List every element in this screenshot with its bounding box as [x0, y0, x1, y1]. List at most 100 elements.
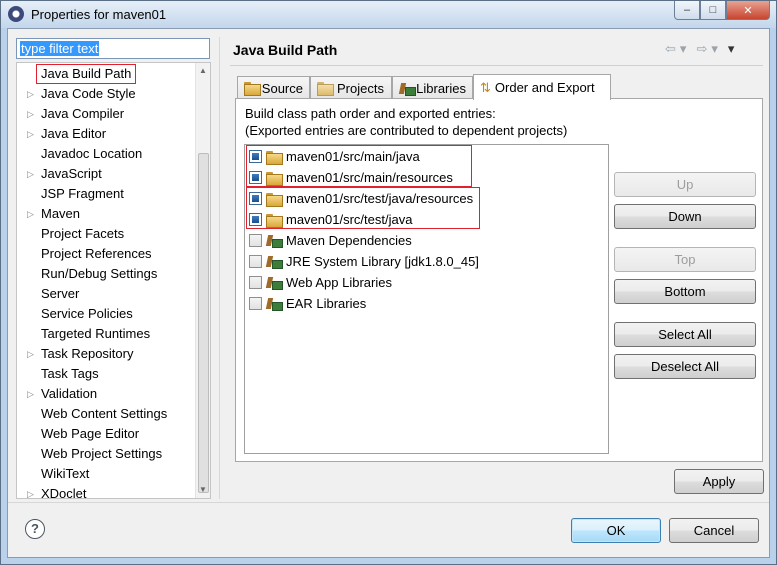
forward-menu-icon[interactable]: ▾ — [711, 41, 718, 57]
scroll-up-icon[interactable]: ▲ — [196, 63, 210, 79]
entry-label: Maven Dependencies — [286, 233, 412, 248]
entry-label: JRE System Library [jdk1.8.0_45] — [286, 254, 479, 269]
tree-item[interactable]: ▷ Java Compiler — [17, 104, 195, 124]
export-checkbox[interactable] — [249, 213, 262, 226]
classpath-entry[interactable]: Maven Dependencies — [249, 230, 412, 251]
expand-arrow-icon[interactable]: ▷ — [27, 164, 34, 184]
export-checkbox[interactable] — [249, 234, 262, 247]
projects-icon — [317, 82, 334, 96]
down-button[interactable]: Down — [614, 204, 756, 229]
library-icon — [266, 234, 283, 248]
tree-item[interactable]: Java Build Path — [17, 64, 195, 84]
help-icon[interactable]: ? — [25, 519, 45, 539]
expand-arrow-icon[interactable]: ▷ — [27, 384, 34, 404]
tree-item[interactable]: ▷ XDoclet — [17, 484, 195, 498]
back-arrow-icon[interactable]: ⇦ — [665, 41, 676, 57]
tree-item-label: Task Repository — [41, 346, 134, 361]
tree-item[interactable]: Run/Debug Settings — [17, 264, 195, 284]
cancel-button[interactable]: Cancel — [669, 518, 759, 543]
close-button[interactable]: ✕ — [726, 1, 770, 20]
scroll-thumb[interactable] — [198, 153, 209, 493]
tree-item-label: Java Build Path — [35, 64, 137, 84]
filter-input[interactable]: type filter text — [16, 38, 210, 59]
scroll-down-icon[interactable]: ▼ — [196, 482, 210, 498]
classpath-entries-list: maven01/src/main/java maven01/src/main/re… — [244, 144, 609, 454]
window-title: Properties for maven01 — [31, 7, 167, 22]
tree-item[interactable]: JSP Fragment — [17, 184, 195, 204]
expand-arrow-icon[interactable]: ▷ — [27, 344, 34, 364]
classpath-entry[interactable]: Web App Libraries — [249, 272, 392, 293]
page-title: Java Build Path — [233, 42, 338, 58]
tree-item[interactable]: Web Content Settings — [17, 404, 195, 424]
tree-item[interactable]: Project References — [17, 244, 195, 264]
tree-item[interactable]: Web Page Editor — [17, 424, 195, 444]
classpath-entry[interactable]: maven01/src/test/java/resources — [249, 188, 473, 209]
tree-item[interactable]: Javadoc Location — [17, 144, 195, 164]
export-checkbox[interactable] — [249, 171, 262, 184]
tree-item[interactable]: Service Policies — [17, 304, 195, 324]
tab-libraries[interactable]: Libraries — [392, 76, 473, 99]
tab-projects[interactable]: Projects — [310, 76, 392, 99]
order-export-panel: Build class path order and exported entr… — [235, 98, 763, 462]
tree-item[interactable]: ▷ Task Repository — [17, 344, 195, 364]
tree-item-label: Web Content Settings — [41, 406, 168, 421]
up-button[interactable]: Up — [614, 172, 756, 197]
tree-item[interactable]: WikiText — [17, 464, 195, 484]
library-icon — [266, 297, 283, 311]
deselect-all-button[interactable]: Deselect All — [614, 354, 756, 379]
tab-label: Libraries — [416, 80, 466, 96]
bottom-button[interactable]: Bottom — [614, 279, 756, 304]
expand-arrow-icon[interactable]: ▷ — [27, 204, 34, 224]
minimize-button[interactable]: – — [674, 1, 700, 20]
export-checkbox[interactable] — [249, 150, 262, 163]
classpath-entry[interactable]: maven01/src/test/java — [249, 209, 412, 230]
tree-item[interactable]: ▷ Java Code Style — [17, 84, 195, 104]
tree-item-label: JavaScript — [41, 166, 102, 181]
forward-arrow-icon[interactable]: ⇨ — [696, 41, 707, 57]
footer-separator — [8, 502, 769, 503]
classpath-entry[interactable]: maven01/src/main/java — [249, 146, 420, 167]
tree-item-label: Maven — [41, 206, 81, 221]
ok-button[interactable]: OK — [571, 518, 661, 543]
title-bar[interactable]: Properties for maven01 – □ ✕ — [1, 1, 776, 28]
top-button[interactable]: Top — [614, 247, 756, 272]
tree-item-label: Web Project Settings — [41, 446, 163, 461]
tree-item[interactable]: ▷ JavaScript — [17, 164, 195, 184]
tab-order-and-export[interactable]: ⇅ Order and Export — [473, 74, 611, 100]
source-folder-icon — [266, 213, 283, 228]
classpath-entry[interactable]: EAR Libraries — [249, 293, 366, 314]
classpath-entry[interactable]: maven01/src/main/resources — [249, 167, 453, 188]
select-all-button[interactable]: Select All — [614, 322, 756, 347]
expand-arrow-icon[interactable]: ▷ — [27, 84, 34, 104]
tab-source[interactable]: Source — [237, 76, 310, 99]
tree-item[interactable]: Project Facets — [17, 224, 195, 244]
expand-arrow-icon[interactable]: ▷ — [27, 484, 34, 498]
panel-divider[interactable] — [219, 37, 220, 499]
tree-item[interactable]: ▷ Java Editor — [17, 124, 195, 144]
apply-button[interactable]: Apply — [674, 469, 764, 494]
export-checkbox[interactable] — [249, 255, 262, 268]
entry-label: maven01/src/test/java — [286, 212, 413, 227]
back-menu-icon[interactable]: ▾ — [680, 41, 687, 57]
tree-item[interactable]: ▷ Maven — [17, 204, 195, 224]
window-controls: – □ ✕ — [674, 1, 770, 21]
export-checkbox[interactable] — [249, 192, 262, 205]
export-checkbox[interactable] — [249, 297, 262, 310]
page-navigation: ⇦ ▾ ⇨ ▾ ▾ — [665, 41, 734, 57]
tree-scrollbar[interactable]: ▲ ▼ — [195, 63, 210, 498]
tree-item[interactable]: Task Tags — [17, 364, 195, 384]
maximize-button[interactable]: □ — [700, 1, 726, 20]
view-menu-icon[interactable]: ▾ — [728, 41, 735, 57]
tree-item[interactable]: Targeted Runtimes — [17, 324, 195, 344]
export-checkbox[interactable] — [249, 276, 262, 289]
tab-label: Source — [261, 80, 303, 96]
expand-arrow-icon[interactable]: ▷ — [27, 124, 34, 144]
tree-item[interactable]: Server — [17, 284, 195, 304]
tree-item-label: Project Facets — [41, 226, 125, 241]
expand-arrow-icon[interactable]: ▷ — [27, 104, 34, 124]
tab-label: Projects — [337, 80, 384, 96]
tree-item[interactable]: ▷ Validation — [17, 384, 195, 404]
tree-item[interactable]: Web Project Settings — [17, 444, 195, 464]
classpath-entry[interactable]: JRE System Library [jdk1.8.0_45] — [249, 251, 479, 272]
order-export-icon: ⇅ — [480, 79, 491, 95]
